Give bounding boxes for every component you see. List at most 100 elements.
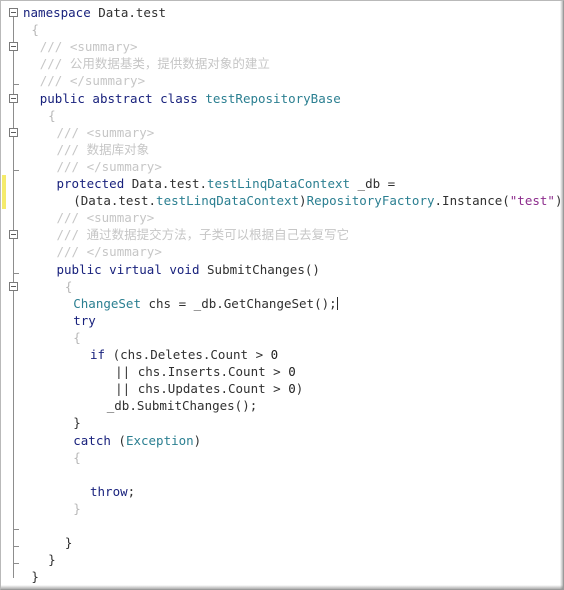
fold-collapse-icon[interactable] <box>9 127 18 137</box>
fold-collapse-icon[interactable] <box>9 8 18 17</box>
code-token: (chs.Deletes.Count > <box>112 347 271 362</box>
code-token: 数据库对象 <box>86 141 150 157</box>
code-token: || chs.Updates.Count > <box>115 381 289 397</box>
code-token: { <box>73 449 81 465</box>
fold-region-end-icon <box>13 546 19 548</box>
code-token: ( <box>118 432 126 448</box>
code-line[interactable]: /// </summary> <box>23 158 162 175</box>
code-line[interactable]: || chs.Inserts.Count > 0 <box>23 363 296 380</box>
code-line[interactable]: } <box>23 568 39 585</box>
code-token: _db.SubmitChanges(); <box>106 398 258 414</box>
code-line[interactable]: { <box>23 21 39 38</box>
code-line[interactable]: } <box>23 500 81 517</box>
code-token: ); <box>554 193 563 209</box>
code-line[interactable]: /// 数据库对象 <box>23 141 150 158</box>
fold-region-end-icon <box>13 563 19 565</box>
code-token: 公用数据基类，提供数据对象的建立 <box>69 56 270 72</box>
code-surface[interactable]: namespace Data.test{/// <summary>/// 公用数… <box>1 1 563 589</box>
code-token: /// <summary> <box>56 124 155 140</box>
code-token: testLinqDataContext <box>207 176 351 191</box>
fold-collapse-icon[interactable] <box>9 93 18 103</box>
code-token: 0 <box>270 347 279 362</box>
code-token: try <box>73 312 96 328</box>
code-token: /// </summary> <box>39 73 146 89</box>
code-line[interactable]: { <box>23 449 81 466</box>
code-line[interactable]: public abstract class testRepositoryBase <box>23 90 341 107</box>
code-token: } <box>73 415 81 431</box>
code-token: || chs.Inserts.Count > <box>115 364 289 380</box>
code-line[interactable]: protected Data.test.testLinqDataContext … <box>23 175 396 192</box>
unsaved-change-bar <box>2 175 6 210</box>
code-line[interactable]: } <box>23 534 73 551</box>
code-token: Data.test. <box>131 176 208 191</box>
code-token: ) <box>299 193 307 209</box>
fold-collapse-icon[interactable] <box>9 42 18 52</box>
code-line[interactable]: /// </summary> <box>23 72 145 89</box>
code-token: "test" <box>509 193 555 209</box>
code-token: if <box>90 347 113 362</box>
code-line[interactable]: } <box>23 414 81 431</box>
editor-gutter[interactable] <box>1 1 23 589</box>
code-token: } <box>64 535 73 551</box>
code-token: testLinqDataContext <box>156 193 300 209</box>
fold-region-end-icon <box>13 84 19 86</box>
code-token: { <box>48 107 56 123</box>
fold-collapse-icon[interactable] <box>9 281 18 291</box>
code-line[interactable]: _db.SubmitChanges(); <box>23 397 258 414</box>
code-token: Exception <box>125 432 194 448</box>
code-token: /// <box>56 141 87 157</box>
code-token: Data.test <box>98 5 166 20</box>
code-line[interactable]: ChangeSet chs = _db.GetChangeSet(); <box>23 295 338 312</box>
code-token: /// </summary> <box>56 158 162 174</box>
fold-region-end-icon <box>13 272 19 274</box>
code-token: SubmitChanges() <box>207 261 320 277</box>
code-line[interactable]: /// <summary> <box>23 124 155 141</box>
code-line[interactable]: (Data.test.testLinqDataContext)Repositor… <box>23 192 563 209</box>
code-token: testRepositoryBase <box>205 90 341 106</box>
code-line[interactable]: /// 通过数据提交方法，子类可以根据自己去复写它 <box>23 226 350 243</box>
code-token: namespace <box>23 5 99 20</box>
code-token: 0 <box>288 364 296 380</box>
code-token: ) <box>193 432 202 448</box>
code-line[interactable]: try <box>23 312 96 329</box>
code-token: 0 <box>288 381 296 397</box>
code-line[interactable]: /// </summary> <box>23 243 162 260</box>
code-token: _db = <box>350 176 396 191</box>
code-token: chs = _db.GetChangeSet(); <box>140 295 337 311</box>
code-line[interactable]: namespace Data.test <box>23 4 166 21</box>
code-line[interactable]: } <box>23 551 56 568</box>
code-line[interactable]: /// <summary> <box>23 38 138 55</box>
code-token: throw <box>90 483 128 499</box>
code-line[interactable]: || chs.Updates.Count > 0) <box>23 380 303 397</box>
code-token: .Instance( <box>434 193 510 209</box>
code-token: { <box>64 278 73 294</box>
code-token: ) <box>295 381 304 397</box>
code-line[interactable]: /// 公用数据基类，提供数据对象的建立 <box>23 55 270 72</box>
code-line[interactable]: { <box>23 329 81 346</box>
code-line[interactable]: catch (Exception) <box>23 432 201 449</box>
fold-region-end-icon <box>13 529 19 530</box>
code-token: (Data.test. <box>73 193 157 209</box>
code-token: /// </summary> <box>56 244 162 260</box>
fold-collapse-icon[interactable] <box>9 230 18 240</box>
code-token: 通过数据提交方法，子类可以根据自己去复写它 <box>86 227 350 243</box>
text-caret <box>336 296 338 310</box>
code-token: protected <box>56 176 132 191</box>
code-token: } <box>48 552 56 568</box>
code-token: /// <summary> <box>56 210 155 226</box>
code-line[interactable]: { <box>23 107 56 124</box>
code-token: catch <box>73 432 119 448</box>
code-line[interactable]: if (chs.Deletes.Count > 0 <box>23 346 278 363</box>
code-token: /// <summary> <box>39 39 138 55</box>
code-token: RepositoryFactory <box>306 193 435 209</box>
code-token: ChangeSet <box>73 295 141 311</box>
code-line[interactable]: /// <summary> <box>23 209 155 226</box>
code-token: } <box>73 500 81 516</box>
code-token: /// <box>39 56 70 72</box>
code-line[interactable]: public virtual void SubmitChanges() <box>23 261 320 278</box>
code-token: public virtual void <box>56 261 208 277</box>
code-token: /// <box>56 227 87 243</box>
code-line[interactable]: { <box>23 278 73 295</box>
code-line[interactable]: throw; <box>23 483 135 500</box>
code-token: ; <box>127 483 136 499</box>
